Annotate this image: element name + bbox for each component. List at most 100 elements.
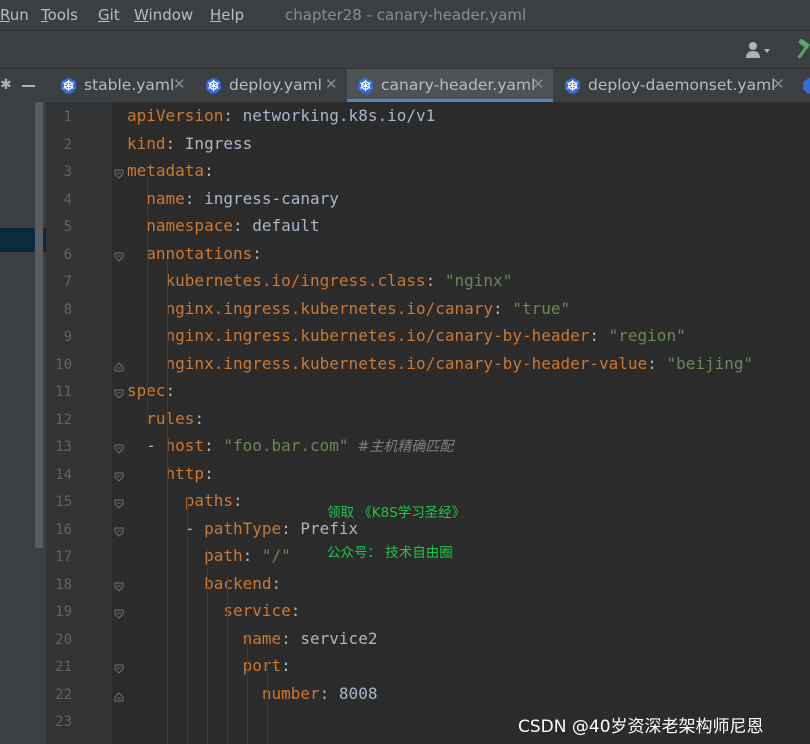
code-line[interactable]: kind: Ingress <box>127 134 252 153</box>
line-number: 18 <box>55 576 72 593</box>
fold-collapse-icon[interactable] <box>114 444 124 454</box>
tab-canary-header-yaml[interactable]: canary-header.yaml ✕ <box>347 69 553 102</box>
code-line[interactable]: name: ingress-canary <box>127 189 339 208</box>
yaml-key: http <box>165 463 205 483</box>
key-separator: : <box>184 188 205 208</box>
code-line[interactable]: number: 8008 <box>127 683 378 703</box>
side-scrollbar[interactable] <box>35 102 43 548</box>
tab-stable-yaml[interactable]: stable.yaml ✕ <box>50 69 193 102</box>
yaml-key: rules <box>146 408 195 428</box>
kubernetes-icon <box>205 77 222 94</box>
yaml-key: namespace <box>146 216 233 235</box>
tab-overflow[interactable] <box>796 69 810 102</box>
tab-deploy-daemonset-yaml[interactable]: deploy-daemonset.yaml ✕ <box>554 69 794 102</box>
line-number: 20 <box>55 631 72 648</box>
fold-collapse-icon[interactable] <box>114 252 124 262</box>
hammer-icon[interactable] <box>796 38 810 59</box>
code-line[interactable]: namespace: default <box>127 216 319 235</box>
close-icon[interactable]: ✕ <box>532 75 545 93</box>
fold-collapse-icon[interactable] <box>114 499 124 509</box>
line-number: 14 <box>55 466 72 483</box>
menu-window-rest: indow <box>148 6 194 24</box>
yaml-key: number <box>261 683 320 703</box>
fold-end-icon[interactable] <box>114 691 124 702</box>
fold-collapse-icon[interactable] <box>114 664 124 674</box>
fold-collapse-icon[interactable] <box>114 472 124 482</box>
line-number: 3 <box>63 164 72 180</box>
menu-help[interactable]: Help <box>210 6 244 24</box>
close-icon[interactable]: ✕ <box>325 75 338 93</box>
line-number: 22 <box>55 686 72 703</box>
line-number: 6 <box>63 246 72 263</box>
code-line[interactable]: name: service2 <box>127 628 378 648</box>
toolbar <box>0 30 810 69</box>
code-line[interactable]: nginx.ingress.kubernetes.io/canary-by-he… <box>127 354 754 373</box>
fold-collapse-icon[interactable] <box>114 389 124 399</box>
key-separator: : <box>319 683 339 703</box>
menu-git[interactable]: Git <box>98 6 120 24</box>
fold-collapse-icon[interactable] <box>114 582 124 592</box>
tab-label: canary-header.yaml <box>381 76 536 94</box>
kubernetes-icon <box>357 77 374 94</box>
yaml-comment: #主机精确匹配 <box>348 439 454 455</box>
menu-tools[interactable]: Tools <box>41 6 78 24</box>
code-line[interactable]: service: <box>127 601 300 620</box>
line-number: 7 <box>63 274 72 290</box>
yaml-key: port <box>242 656 282 675</box>
yaml-key: paths <box>184 491 233 510</box>
close-icon[interactable]: ✕ <box>173 75 186 93</box>
code-line[interactable]: http: <box>127 464 214 483</box>
indent-guide <box>147 176 148 424</box>
fold-collapse-icon[interactable] <box>114 169 124 179</box>
kubernetes-icon <box>60 77 77 94</box>
code-line[interactable]: apiVersion: networking.k8s.io/v1 <box>127 106 435 125</box>
close-icon[interactable]: ✕ <box>772 75 785 93</box>
code-line[interactable]: paths: <box>127 491 243 510</box>
fold-end-icon[interactable] <box>114 361 124 372</box>
user-icon[interactable] <box>746 41 772 59</box>
code-line[interactable]: rules: <box>127 409 204 428</box>
gear-icon[interactable]: ✱ <box>0 77 12 93</box>
code-line[interactable]: metadata: <box>127 161 214 180</box>
yaml-value: 8008 <box>338 683 378 703</box>
yaml-key: backend <box>204 573 272 593</box>
code-line[interactable]: path: "/" <box>127 546 291 565</box>
menu-git-rest: it <box>109 6 120 24</box>
menu-run[interactable]: Run <box>0 6 29 24</box>
fold-collapse-icon[interactable] <box>114 609 124 619</box>
yaml-string: "region" <box>608 326 686 345</box>
tab-deploy-yaml[interactable]: deploy.yaml ✕ <box>195 69 346 102</box>
code-line[interactable]: - pathType: Prefix <box>127 519 358 538</box>
yaml-key: apiVersion <box>127 106 224 125</box>
line-number: 12 <box>55 411 72 428</box>
line-number: 4 <box>63 191 72 208</box>
code-line[interactable]: backend: <box>127 574 281 593</box>
yaml-key: annotations <box>146 243 253 263</box>
key-separator: : <box>242 546 262 565</box>
yaml-key: kind <box>127 133 166 153</box>
menu-window[interactable]: Window <box>134 6 193 24</box>
code-editor[interactable]: 1 2 3 4 5 6 7 8 9 10 11 12 13 14 15 16 17 18 19 20 21 22 23 ap… <box>46 102 810 744</box>
code-line[interactable]: nginx.ingress.kubernetes.io/canary: "tru… <box>127 298 571 318</box>
tab-label: deploy.yaml <box>229 76 322 94</box>
code-line[interactable]: kubernetes.io/ingress.class: "nginx" <box>127 271 513 290</box>
code-line[interactable]: - host: "foo.bar.com" #主机精确匹配 <box>127 436 453 456</box>
minimize-icon[interactable] <box>22 85 35 87</box>
indent-guide <box>167 260 168 514</box>
editor-tab-bar: ✱ stable.yaml ✕ deploy.yaml ✕ canary-hea… <box>0 68 810 103</box>
line-number: 2 <box>63 136 72 153</box>
yaml-key: nginx.ingress.kubernetes.io/canary <box>165 298 494 318</box>
code-line[interactable]: nginx.ingress.kubernetes.io/canary-by-he… <box>127 326 686 345</box>
indent-guide <box>227 578 228 744</box>
yaml-key: metadata <box>127 161 205 180</box>
key-separator: : <box>204 161 214 180</box>
fold-collapse-icon[interactable] <box>114 527 124 537</box>
yaml-value: Prefix <box>300 518 359 538</box>
yaml-value: service2 <box>300 628 378 648</box>
